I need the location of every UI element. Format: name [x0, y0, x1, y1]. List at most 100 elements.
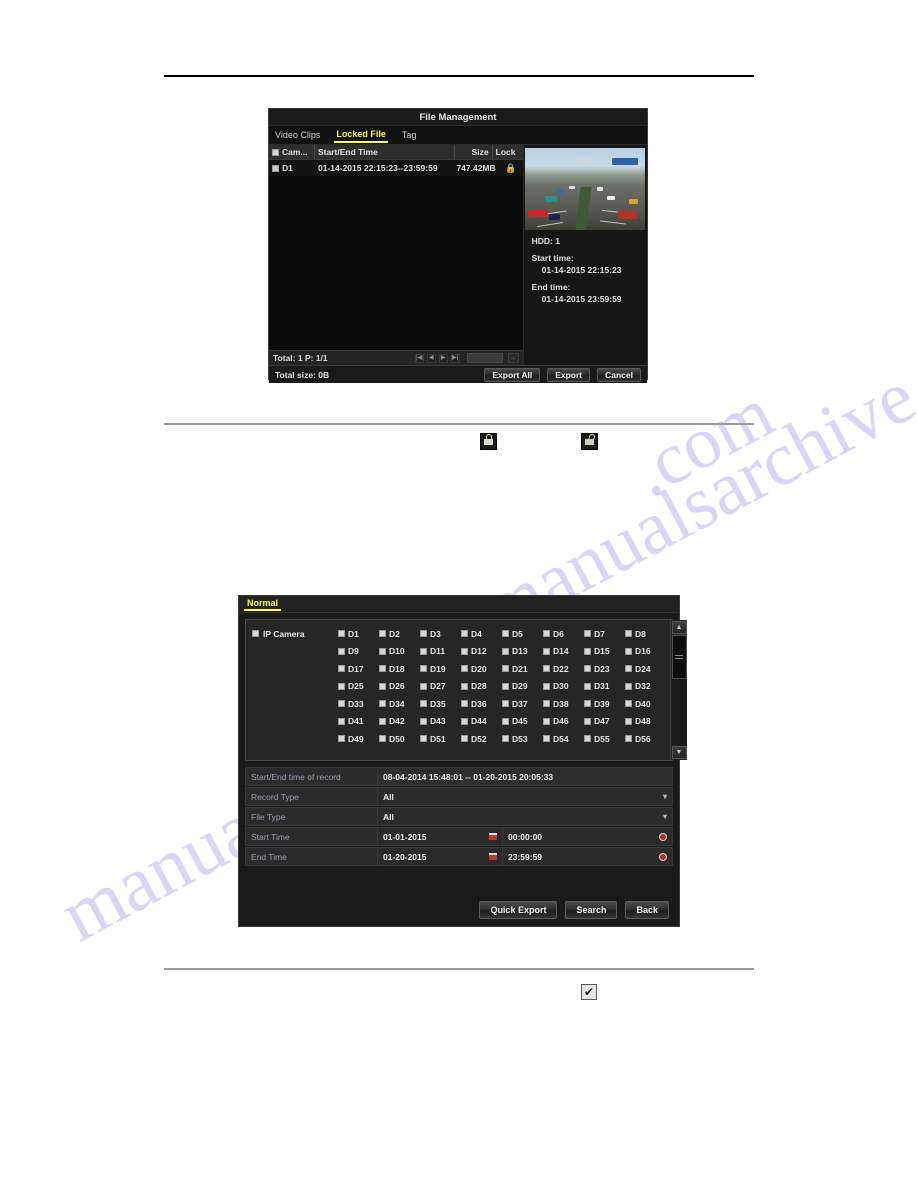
camera-checkbox[interactable]: [502, 665, 509, 673]
camera-checkbox[interactable]: [543, 717, 550, 725]
camera-checkbox[interactable]: [543, 665, 550, 673]
camera-item-d53[interactable]: D53: [502, 734, 543, 744]
go-to-page-icon[interactable]: →: [507, 353, 519, 363]
camera-checkbox[interactable]: [420, 647, 427, 655]
scrollbar-track[interactable]: [671, 635, 687, 745]
camera-checkbox[interactable]: [625, 665, 632, 673]
camera-checkbox[interactable]: [584, 682, 591, 690]
calendar-icon[interactable]: [489, 853, 497, 860]
camera-checkbox[interactable]: [379, 647, 386, 655]
camera-item-d24[interactable]: D24: [625, 664, 666, 674]
tab-locked-file[interactable]: Locked File: [334, 128, 388, 143]
camera-item-d13[interactable]: D13: [502, 646, 543, 656]
camera-item-d50[interactable]: D50: [379, 734, 420, 744]
camera-item-d52[interactable]: D52: [461, 734, 502, 744]
camera-checkbox[interactable]: [338, 735, 345, 743]
camera-checkbox[interactable]: [379, 682, 386, 690]
camera-checkbox[interactable]: [625, 700, 632, 708]
chevron-down-icon[interactable]: ▾: [663, 812, 667, 821]
camera-item-d23[interactable]: D23: [584, 664, 625, 674]
camera-checkbox[interactable]: [420, 735, 427, 743]
camera-checkbox[interactable]: [502, 647, 509, 655]
camera-item-d32[interactable]: D32: [625, 681, 666, 691]
camera-checkbox[interactable]: [338, 682, 345, 690]
start-clock-input[interactable]: 00:00:00: [503, 827, 673, 846]
camera-item-d44[interactable]: D44: [461, 716, 502, 726]
start-date-input[interactable]: 01-01-2015: [378, 827, 503, 846]
ip-camera-checkbox[interactable]: [252, 630, 259, 638]
camera-item-d12[interactable]: D12: [461, 646, 502, 656]
camera-item-d10[interactable]: D10: [379, 646, 420, 656]
camera-item-d1[interactable]: D1: [338, 629, 379, 639]
ip-camera-select-all[interactable]: IP Camera: [252, 629, 338, 639]
camera-item-d56[interactable]: D56: [625, 734, 666, 744]
camera-item-d15[interactable]: D15: [584, 646, 625, 656]
camera-checkbox[interactable]: [420, 682, 427, 690]
camera-item-d25[interactable]: D25: [338, 681, 379, 691]
camera-checkbox[interactable]: [502, 682, 509, 690]
camera-item-d21[interactable]: D21: [502, 664, 543, 674]
camera-item-d6[interactable]: D6: [543, 629, 584, 639]
prev-page-icon[interactable]: ◀: [426, 353, 436, 363]
camera-checkbox[interactable]: [338, 630, 345, 638]
row-lock-icon[interactable]: 🔒: [499, 160, 523, 176]
camera-checkbox[interactable]: [420, 630, 427, 638]
camera-item-d28[interactable]: D28: [461, 681, 502, 691]
camera-checkbox[interactable]: [625, 717, 632, 725]
camera-item-d39[interactable]: D39: [584, 699, 625, 709]
camera-item-d20[interactable]: D20: [461, 664, 502, 674]
camera-checkbox[interactable]: [338, 700, 345, 708]
clock-icon[interactable]: [659, 832, 667, 841]
tab-video-clips[interactable]: Video Clips: [273, 129, 322, 142]
camera-item-d2[interactable]: D2: [379, 629, 420, 639]
camera-checkbox[interactable]: [420, 665, 427, 673]
search-button[interactable]: Search: [565, 901, 618, 919]
camera-item-d49[interactable]: D49: [338, 734, 379, 744]
camera-checkbox[interactable]: [338, 647, 345, 655]
camera-checkbox[interactable]: [543, 630, 550, 638]
camera-item-d29[interactable]: D29: [502, 681, 543, 691]
tab-normal[interactable]: Normal: [244, 597, 282, 611]
back-button[interactable]: Back: [625, 901, 669, 919]
camera-item-d3[interactable]: D3: [420, 629, 461, 639]
camera-item-d42[interactable]: D42: [379, 716, 420, 726]
next-page-icon[interactable]: ▶: [438, 353, 448, 363]
camera-item-d30[interactable]: D30: [543, 681, 584, 691]
camera-checkbox[interactable]: [502, 700, 509, 708]
camera-item-d34[interactable]: D34: [379, 699, 420, 709]
camera-item-d46[interactable]: D46: [543, 716, 584, 726]
camera-item-d45[interactable]: D45: [502, 716, 543, 726]
page-number-input[interactable]: [466, 353, 503, 363]
camera-item-d38[interactable]: D38: [543, 699, 584, 709]
end-date-input[interactable]: 01-20-2015: [378, 847, 503, 866]
camera-list-scrollbar[interactable]: ▲ ▼: [670, 620, 687, 760]
camera-item-d31[interactable]: D31: [584, 681, 625, 691]
record-type-select[interactable]: All ▾: [378, 787, 673, 806]
camera-checkbox[interactable]: [461, 735, 468, 743]
camera-item-d22[interactable]: D22: [543, 664, 584, 674]
tab-tag[interactable]: Tag: [400, 129, 419, 142]
clock-icon[interactable]: [659, 852, 667, 861]
camera-checkbox[interactable]: [584, 700, 591, 708]
cancel-button[interactable]: Cancel: [597, 367, 641, 382]
camera-checkbox[interactable]: [584, 630, 591, 638]
camera-checkbox[interactable]: [420, 717, 427, 725]
camera-item-d7[interactable]: D7: [584, 629, 625, 639]
camera-item-d33[interactable]: D33: [338, 699, 379, 709]
last-page-icon[interactable]: ▶|: [450, 353, 460, 363]
camera-checkbox[interactable]: [461, 700, 468, 708]
camera-checkbox[interactable]: [625, 735, 632, 743]
camera-item-d17[interactable]: D17: [338, 664, 379, 674]
camera-item-d54[interactable]: D54: [543, 734, 584, 744]
export-all-button[interactable]: Export All: [484, 367, 541, 382]
camera-checkbox[interactable]: [338, 717, 345, 725]
camera-item-d40[interactable]: D40: [625, 699, 666, 709]
camera-item-d37[interactable]: D37: [502, 699, 543, 709]
camera-checkbox[interactable]: [543, 647, 550, 655]
camera-checkbox[interactable]: [379, 665, 386, 673]
camera-item-d43[interactable]: D43: [420, 716, 461, 726]
camera-checkbox[interactable]: [584, 717, 591, 725]
camera-item-d51[interactable]: D51: [420, 734, 461, 744]
camera-item-d47[interactable]: D47: [584, 716, 625, 726]
camera-item-d5[interactable]: D5: [502, 629, 543, 639]
